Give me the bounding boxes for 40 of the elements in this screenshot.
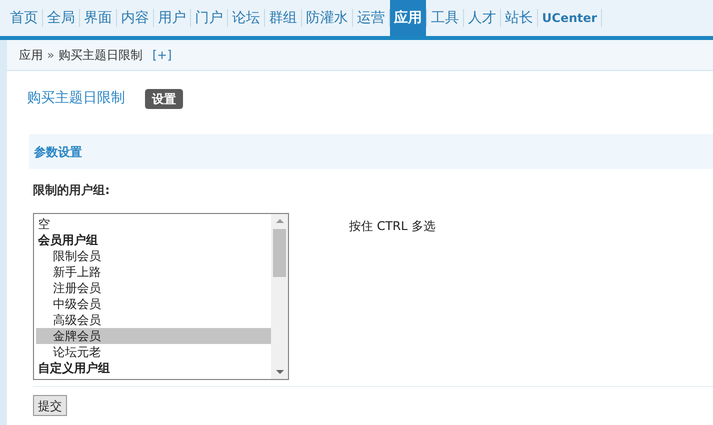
scroll-up-icon[interactable] xyxy=(276,219,284,223)
list-option[interactable]: 新手上路 xyxy=(36,264,271,280)
nav-tab[interactable]: 应用 xyxy=(390,0,426,36)
settings-tab[interactable]: 设置 xyxy=(145,88,183,108)
list-option[interactable]: 论坛元老 xyxy=(36,344,271,360)
breadcrumb-current: 购买主题日限制 xyxy=(58,47,142,64)
submit-button[interactable]: 提交 xyxy=(33,395,67,416)
field-label: 限制的用户组: xyxy=(33,182,111,199)
nav-tab[interactable]: 防灌水 xyxy=(302,0,352,36)
nav-tab[interactable]: UCenter xyxy=(538,0,602,36)
hint-text: 按住 CTRL 多选 xyxy=(349,218,436,235)
nav-tab[interactable]: 内容 xyxy=(117,0,153,36)
list-option[interactable]: 注册会员 xyxy=(36,280,271,296)
list-option[interactable]: 限制会员 xyxy=(36,248,271,264)
list-option[interactable]: 自定义用户组 xyxy=(36,360,271,376)
scroll-down-icon[interactable] xyxy=(276,370,284,374)
list-option[interactable]: 金牌会员 xyxy=(36,328,271,344)
user-group-listbox[interactable]: 空 会员用户组 限制会员 新手上路 注册会员 中级会员 高级会员 金牌会员 论坛元老 自定义用户组 xyxy=(33,213,289,380)
breadcrumb-link[interactable]: 应用 xyxy=(19,46,43,64)
nav-tab[interactable]: 门户 xyxy=(191,0,227,36)
nav-tab[interactable]: 全局 xyxy=(43,0,79,36)
nav-tab[interactable]: 运营 xyxy=(353,0,389,36)
nav-tab[interactable]: 人才 xyxy=(464,0,500,36)
nav-tab[interactable]: 首页 xyxy=(6,0,42,36)
add-link[interactable]: [+] xyxy=(152,46,172,64)
nav-tab[interactable]: 站长 xyxy=(501,0,537,36)
page-title: 购买主题日限制 xyxy=(27,89,125,108)
list-option[interactable]: 空 xyxy=(36,216,271,232)
nav-tab[interactable]: 群组 xyxy=(265,0,301,36)
nav-tab[interactable]: 界面 xyxy=(80,0,116,36)
section-title: 参数设置 xyxy=(34,144,82,160)
list-option[interactable]: 中级会员 xyxy=(36,296,271,312)
list-option[interactable]: 会员用户组 xyxy=(36,232,271,248)
breadcrumb-separator: » xyxy=(47,47,54,64)
scroll-thumb[interactable] xyxy=(273,229,286,277)
nav-tab[interactable]: 用户 xyxy=(154,0,190,36)
list-option[interactable]: 高级会员 xyxy=(36,312,271,328)
nav-tab[interactable]: 工具 xyxy=(427,0,463,36)
nav-tab[interactable]: 论坛 xyxy=(228,0,264,36)
scrollbar[interactable] xyxy=(271,214,288,379)
